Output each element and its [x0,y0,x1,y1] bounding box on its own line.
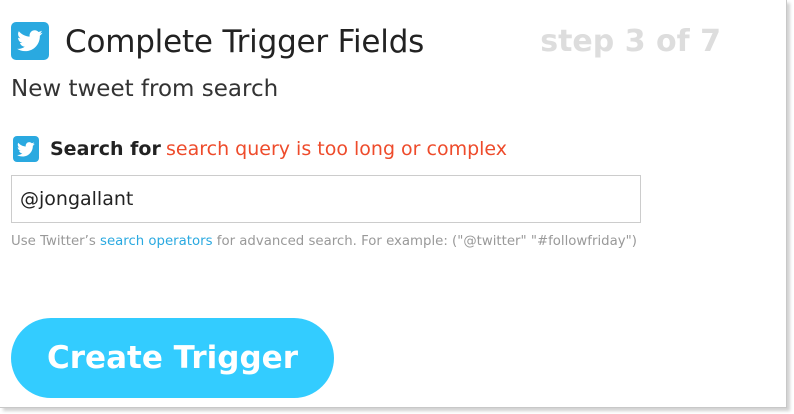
twitter-icon [13,136,39,162]
search-help-text: Use Twitter’s search operators for advan… [11,232,637,252]
page-title: Complete Trigger Fields [65,24,425,60]
search-field-error: search query is too long or complex [166,138,508,160]
page-header: Complete Trigger Fields step 3 of 7 [11,20,771,64]
help-text-prefix: Use Twitter’s [11,234,101,249]
create-trigger-button[interactable]: Create Trigger [11,318,334,398]
search-field-label: Search for [50,138,161,160]
twitter-icon [11,22,49,60]
trigger-subtitle: New tweet from search [11,76,279,102]
trigger-form-panel: Complete Trigger Fields step 3 of 7 New … [0,0,787,408]
step-indicator: step 3 of 7 [540,24,721,59]
search-operators-link[interactable]: search operators [100,234,213,249]
help-text-suffix: for advanced search. For example: ("@twi… [212,234,637,249]
search-query-input[interactable] [11,175,641,223]
